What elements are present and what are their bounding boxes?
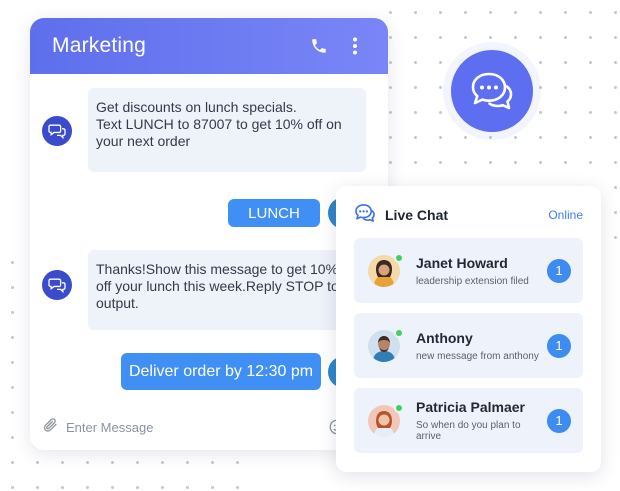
contact-preview: leadership extension filed (416, 275, 529, 287)
contact-item[interactable]: Patricia Palmaer So when do you plan to … (354, 388, 583, 453)
message-outgoing: Deliver order by 12:30 pm (121, 353, 321, 390)
marketing-chat-window: Marketing Get discounts on lunch special… (30, 18, 388, 450)
contact-preview: So when do you plan to arrive (416, 420, 521, 442)
online-indicator (394, 402, 404, 413)
status-badge: Online (548, 208, 583, 222)
online-indicator (394, 252, 404, 263)
live-chat-panel: Live Chat Online Janet Howard leadership… (336, 186, 601, 472)
phone-icon[interactable] (308, 35, 330, 57)
contact-name: Patricia Palmaer (416, 399, 525, 415)
chat-header: Marketing (30, 18, 388, 74)
unread-badge: 1 (547, 333, 571, 358)
bot-avatar (42, 270, 72, 300)
paperclip-icon[interactable] (42, 416, 58, 439)
message-outgoing: LUNCH (228, 199, 320, 227)
live-chat-title: Live Chat (385, 207, 449, 223)
contact-preview: new message from anthony (416, 350, 539, 362)
bot-avatar (42, 116, 72, 146)
message-incoming: Get discounts on lunch specials. Text LU… (88, 88, 366, 172)
live-chat-header: Live Chat Online (354, 202, 583, 228)
chat-bubbles-icon (451, 50, 533, 132)
online-indicator (394, 327, 404, 338)
contact-name: Janet Howard (416, 254, 508, 271)
message-input[interactable] (66, 419, 306, 435)
contact-item[interactable]: Janet Howard leadership extension filed … (354, 238, 583, 303)
chat-bubbles-icon (354, 203, 376, 228)
message-incoming: Thanks!Show this message to get 10% off … (88, 250, 366, 330)
unread-badge: 1 (547, 258, 571, 283)
message-composer (30, 404, 388, 450)
contact-name: Anthony (416, 329, 473, 346)
contact-item[interactable]: Anthony new message from anthony 1 (354, 313, 583, 378)
chat-title: Marketing (52, 34, 147, 57)
unread-badge: 1 (547, 408, 571, 433)
more-vertical-icon[interactable] (344, 35, 366, 57)
